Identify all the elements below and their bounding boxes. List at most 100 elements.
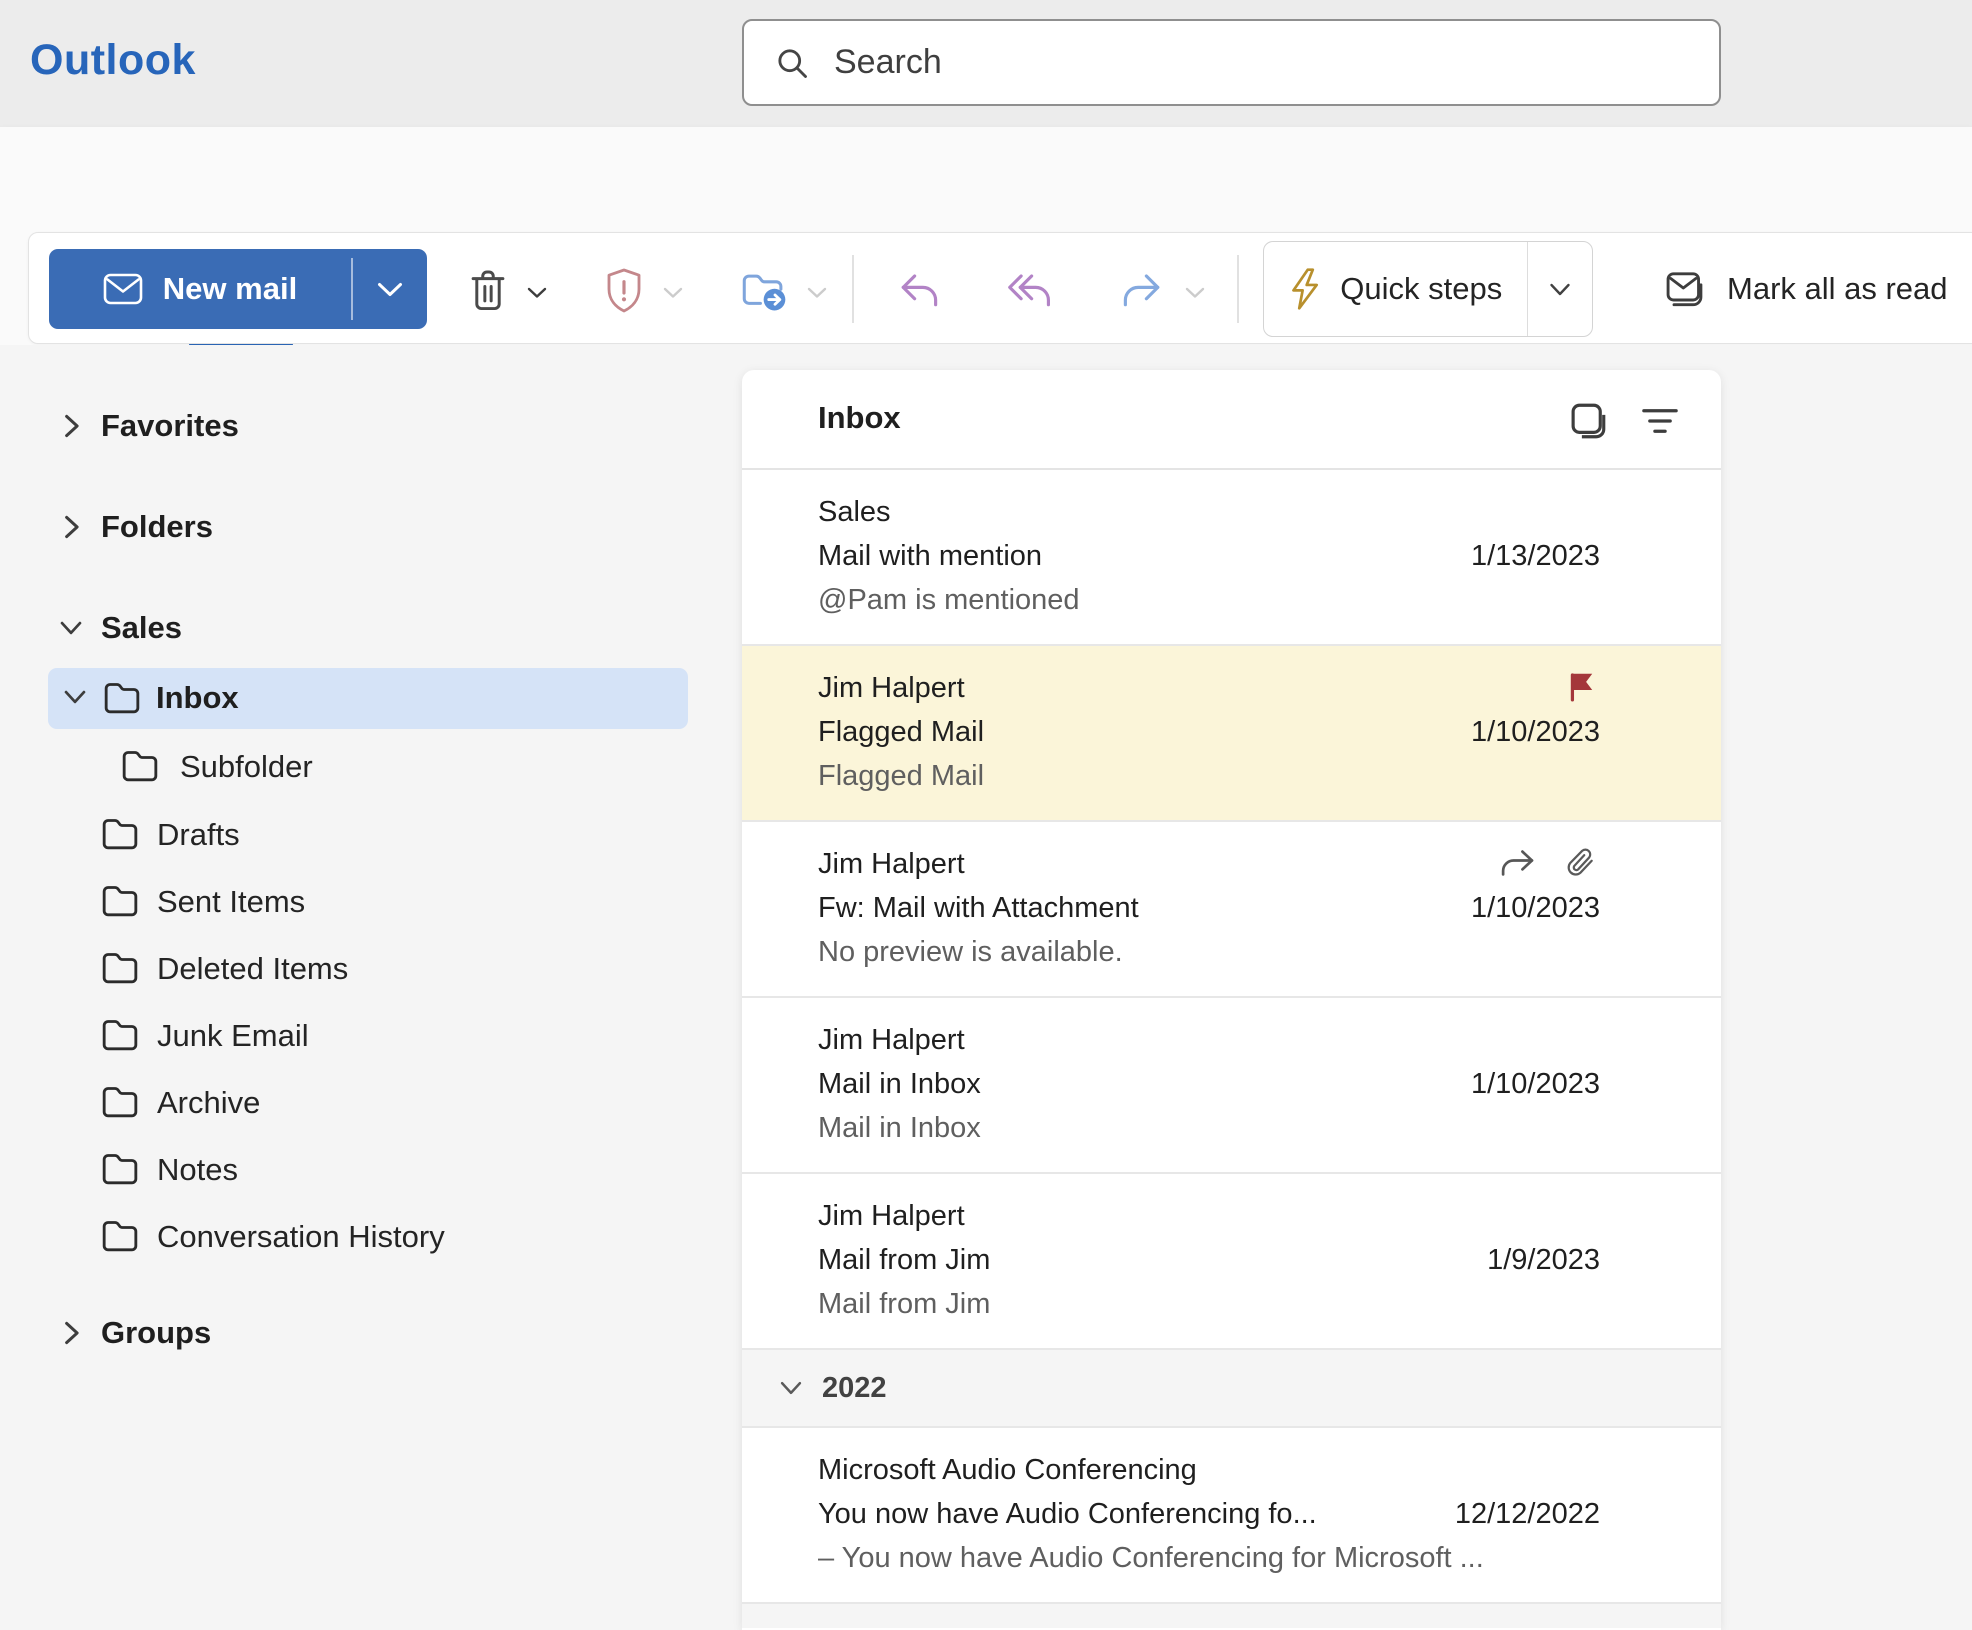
ribbon-toolbar: New mail Quick steps Mark all as read (28, 232, 1972, 344)
app-header: Outlook (0, 0, 1972, 127)
mail-date: 1/9/2023 (1487, 1244, 1600, 1276)
mail-read-icon (1663, 268, 1707, 310)
quick-steps-label: Quick steps (1340, 271, 1503, 306)
move-to-button[interactable] (742, 267, 786, 313)
select-messages-icon[interactable] (1567, 400, 1609, 442)
sidebar-item-notes[interactable]: Notes (0, 1139, 700, 1199)
sidebar-item-inbox[interactable]: Inbox (48, 668, 688, 729)
sidebar-item-deleted-items[interactable]: Deleted Items (0, 938, 700, 998)
folder-arrow-icon (740, 268, 788, 312)
folders-label: Folders (101, 509, 213, 544)
move-to-dropdown[interactable] (806, 285, 828, 299)
favorites-label: Favorites (101, 408, 239, 443)
forward-dropdown[interactable] (1184, 285, 1206, 299)
mail-sender: Jim Halpert (818, 1200, 965, 1232)
content-area: Favorites Folders Sales Inbox Subfolder … (0, 345, 1972, 1630)
reply-button[interactable] (897, 267, 941, 313)
folder-icon (100, 1017, 140, 1056)
new-mail-dropdown[interactable] (353, 249, 427, 329)
sidebar-section-groups[interactable]: Groups (0, 1303, 700, 1363)
sidebar-item-conversation-history[interactable]: Conversation History (0, 1206, 700, 1266)
folder-icon (100, 950, 140, 989)
conversation-history-label: Conversation History (157, 1219, 445, 1254)
mail-list-item-flagged[interactable]: Jim Halpert Flagged Mail 1/10/2023 Flagg… (742, 646, 1721, 822)
sales-label: Sales (101, 610, 183, 645)
chevron-down-icon (62, 686, 88, 713)
mail-subject: Flagged Mail (818, 716, 985, 748)
mail-subject: Mail with mention (818, 540, 1043, 572)
mail-list-item[interactable]: Jim Halpert Mail in Inbox 1/10/2023 Mail… (742, 998, 1721, 1174)
reply-all-button[interactable] (1007, 267, 1051, 313)
sidebar-item-drafts[interactable]: Drafts (0, 804, 700, 864)
reply-all-icon (1006, 269, 1052, 311)
mail-list-item[interactable]: Sales Mail with mention 1/13/2023 @Pam i… (742, 470, 1721, 646)
mail-preview: Mail from Jim (818, 1288, 991, 1320)
archive-label: Archive (157, 1085, 261, 1120)
flag-icon[interactable] (1565, 670, 1597, 704)
new-mail-button[interactable]: New mail (49, 249, 427, 329)
quick-steps-dropdown[interactable] (1528, 242, 1592, 336)
report-dropdown[interactable] (662, 285, 684, 299)
mark-all-as-read-button[interactable]: Mark all as read (1647, 241, 1964, 337)
forward-button[interactable] (1120, 267, 1164, 313)
filter-icon[interactable] (1639, 400, 1681, 442)
mail-date: 1/13/2023 (1470, 540, 1600, 572)
sidebar-item-subfolder[interactable]: Subfolder (0, 736, 700, 796)
sidebar-item-sent-items[interactable]: Sent Items (0, 871, 700, 931)
mail-sender: Jim Halpert (818, 848, 965, 880)
mail-sender: Jim Halpert (818, 1024, 965, 1056)
message-list-header: Inbox (742, 370, 1721, 470)
mail-preview: No preview is available. (818, 936, 1123, 968)
group-label: 2022 (822, 1372, 887, 1404)
mail-list-item[interactable]: Microsoft Audio Conferencing You now hav… (742, 1428, 1721, 1604)
groups-label: Groups (101, 1315, 212, 1350)
sidebar-item-archive[interactable]: Archive (0, 1072, 700, 1132)
folder-icon (102, 680, 142, 719)
chevron-down-icon (778, 1378, 804, 1403)
inbox-label: Inbox (156, 680, 239, 715)
chevron-right-icon (58, 1319, 84, 1347)
mail-subject: Mail in Inbox (818, 1068, 981, 1100)
outlook-logo: Outlook (30, 36, 196, 84)
mail-preview: Mail in Inbox (818, 1112, 981, 1144)
search-input[interactable] (832, 42, 1689, 83)
reply-icon (896, 269, 942, 311)
chevron-right-icon (58, 412, 84, 440)
mail-sender: Microsoft Audio Conferencing (818, 1454, 1197, 1486)
mark-all-as-read-label: Mark all as read (1727, 271, 1948, 306)
date-group-header-2022[interactable]: 2022 (742, 1350, 1721, 1428)
sent-items-label: Sent Items (157, 884, 306, 919)
lightning-icon (1288, 267, 1322, 311)
deleted-items-label: Deleted Items (157, 951, 349, 986)
report-button[interactable] (602, 267, 646, 313)
trash-icon (467, 267, 509, 313)
mail-date: 12/12/2022 (1454, 1498, 1600, 1530)
mail-subject: Fw: Mail with Attachment (818, 892, 1139, 924)
new-mail-label: New mail (162, 271, 298, 306)
mail-preview: @Pam is mentioned (818, 584, 1080, 616)
attachment-icon (1565, 846, 1597, 880)
sidebar-section-sales[interactable]: Sales (0, 598, 700, 658)
sidebar-item-junk-email[interactable]: Junk Email (0, 1005, 700, 1065)
mail-list-item[interactable]: Jim Halpert Mail from Jim 1/9/2023 Mail … (742, 1174, 1721, 1350)
quick-steps-main[interactable]: Quick steps (1264, 242, 1527, 336)
next-group-strip (742, 1604, 1721, 1628)
search-box[interactable] (742, 19, 1721, 106)
mail-list-item[interactable]: Jim Halpert Fw: Mail with Attachment 1/1… (742, 822, 1721, 998)
toolbar-separator (1237, 255, 1239, 323)
delete-button[interactable] (466, 267, 510, 313)
shield-warning-icon (604, 266, 644, 314)
toolbar-separator (852, 255, 854, 323)
new-mail-main[interactable]: New mail (49, 249, 351, 329)
chevron-right-icon (58, 513, 84, 541)
sidebar-section-favorites[interactable]: Favorites (0, 396, 700, 456)
mail-preview: Flagged Mail (818, 760, 985, 792)
ribbon: Home View Help New mail (0, 127, 1972, 348)
quick-steps-button[interactable]: Quick steps (1263, 241, 1593, 337)
delete-dropdown[interactable] (526, 285, 548, 299)
sidebar-section-folders[interactable]: Folders (0, 497, 700, 557)
folder-icon (100, 1151, 140, 1190)
mail-subject: You now have Audio Conferencing fo... (818, 1498, 1317, 1530)
inbox-title: Inbox (818, 400, 901, 435)
chevron-down-icon (58, 617, 84, 639)
